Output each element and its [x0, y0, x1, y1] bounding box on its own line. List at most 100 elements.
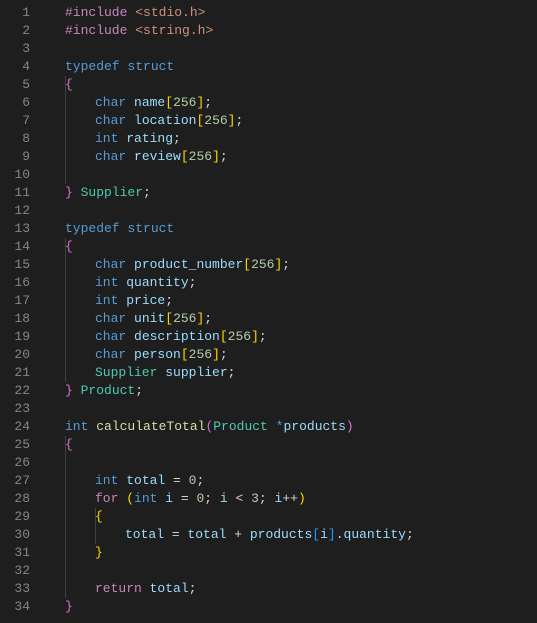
code-line[interactable]: int rating;: [65, 130, 414, 148]
token-bry: ]: [212, 149, 220, 164]
token-pun: ;: [235, 113, 243, 128]
token-kw: typedef: [65, 59, 120, 74]
line-number: 3: [0, 40, 44, 58]
token-brk: {: [65, 239, 73, 254]
token-pun: ;: [220, 149, 228, 164]
code-line[interactable]: char description[256];: [65, 328, 414, 346]
line-number: 12: [0, 202, 44, 220]
code-line[interactable]: #include <string.h>: [65, 22, 414, 40]
token-br2: [: [312, 527, 320, 542]
code-line[interactable]: total = total + products[i].quantity;: [65, 526, 414, 544]
code-line[interactable]: int calculateTotal(Product *products): [65, 418, 414, 436]
token-bry: [: [165, 311, 173, 326]
code-line[interactable]: }: [65, 544, 414, 562]
token-bry: [: [181, 347, 189, 362]
token-num: 256: [189, 149, 212, 164]
line-number: 27: [0, 472, 44, 490]
token-kw: int: [95, 293, 118, 308]
code-line[interactable]: [65, 202, 414, 220]
code-line[interactable]: return total;: [65, 580, 414, 598]
code-line[interactable]: {: [65, 436, 414, 454]
indent-guide: [65, 328, 66, 346]
code-line[interactable]: char product_number[256];: [65, 256, 414, 274]
token-bry: [: [181, 149, 189, 164]
token-pun: ;: [204, 311, 212, 326]
token-pun: [142, 581, 150, 596]
code-line[interactable]: for (int i = 0; i < 3; i++): [65, 490, 414, 508]
token-pun: ;: [189, 581, 197, 596]
token-pun: ;: [259, 329, 267, 344]
code-line[interactable]: [65, 454, 414, 472]
token-var: description: [134, 329, 220, 344]
token-bry: [: [165, 95, 173, 110]
code-line[interactable]: {: [65, 508, 414, 526]
token-pun: =: [173, 491, 196, 506]
token-type: Product: [81, 383, 136, 398]
indent-guide: [65, 346, 66, 364]
token-bry: [: [220, 329, 228, 344]
token-pun: ++: [282, 491, 298, 506]
token-pun: [73, 185, 81, 200]
code-line[interactable]: [65, 166, 414, 184]
line-number: 6: [0, 94, 44, 112]
indent-guide: [65, 166, 66, 184]
code-line[interactable]: [65, 562, 414, 580]
token-var: total: [150, 581, 189, 596]
token-bry: }: [95, 545, 103, 560]
code-area[interactable]: #include <stdio.h>#include <string.h> typ…: [44, 0, 414, 623]
code-line[interactable]: char name[256];: [65, 94, 414, 112]
line-number: 26: [0, 454, 44, 472]
indent-guide: [65, 274, 66, 292]
code-line[interactable]: {: [65, 238, 414, 256]
line-number: 18: [0, 310, 44, 328]
token-brk: {: [65, 437, 73, 452]
token-pun: ;: [143, 185, 151, 200]
line-number: 8: [0, 130, 44, 148]
token-brk: ): [346, 419, 354, 434]
token-pun: ;: [228, 365, 236, 380]
code-line[interactable]: char location[256];: [65, 112, 414, 130]
token-pun: =: [165, 473, 188, 488]
line-number: 11: [0, 184, 44, 202]
line-number: 23: [0, 400, 44, 418]
token-pun: ;: [406, 527, 414, 542]
code-line[interactable]: int price;: [65, 292, 414, 310]
code-line[interactable]: } Product;: [65, 382, 414, 400]
code-line[interactable]: }: [65, 598, 414, 616]
line-number: 10: [0, 166, 44, 184]
token-pun: [126, 149, 134, 164]
code-line[interactable]: char unit[256];: [65, 310, 414, 328]
code-line[interactable]: typedef struct: [65, 58, 414, 76]
code-line[interactable]: char review[256];: [65, 148, 414, 166]
code-line[interactable]: Supplier supplier;: [65, 364, 414, 382]
line-number: 19: [0, 328, 44, 346]
line-number: 16: [0, 274, 44, 292]
code-line[interactable]: #include <stdio.h>: [65, 4, 414, 22]
token-num: 3: [251, 491, 259, 506]
code-line[interactable]: int total = 0;: [65, 472, 414, 490]
token-pun: ;: [282, 257, 290, 272]
line-number: 9: [0, 148, 44, 166]
indent-guide: [65, 580, 66, 598]
token-var: quantity: [344, 527, 406, 542]
line-number: 20: [0, 346, 44, 364]
code-line[interactable]: typedef struct: [65, 220, 414, 238]
code-line[interactable]: char person[256];: [65, 346, 414, 364]
line-number: 2: [0, 22, 44, 40]
code-line[interactable]: } Supplier;: [65, 184, 414, 202]
token-mac: #include: [65, 23, 127, 38]
indent-guide: [65, 472, 66, 490]
token-pun: ;: [196, 473, 204, 488]
line-number: 30: [0, 526, 44, 544]
token-bry: ]: [212, 347, 220, 362]
token-kw: char: [95, 95, 126, 110]
indent-guide: [65, 238, 66, 256]
indent-guide: [65, 562, 66, 580]
code-line[interactable]: [65, 40, 414, 58]
code-line[interactable]: int quantity;: [65, 274, 414, 292]
code-line[interactable]: {: [65, 76, 414, 94]
code-editor[interactable]: 1234567891011121314151617181920212223242…: [0, 0, 537, 623]
code-line[interactable]: [65, 400, 414, 418]
line-number: 14: [0, 238, 44, 256]
token-var: total: [125, 527, 164, 542]
